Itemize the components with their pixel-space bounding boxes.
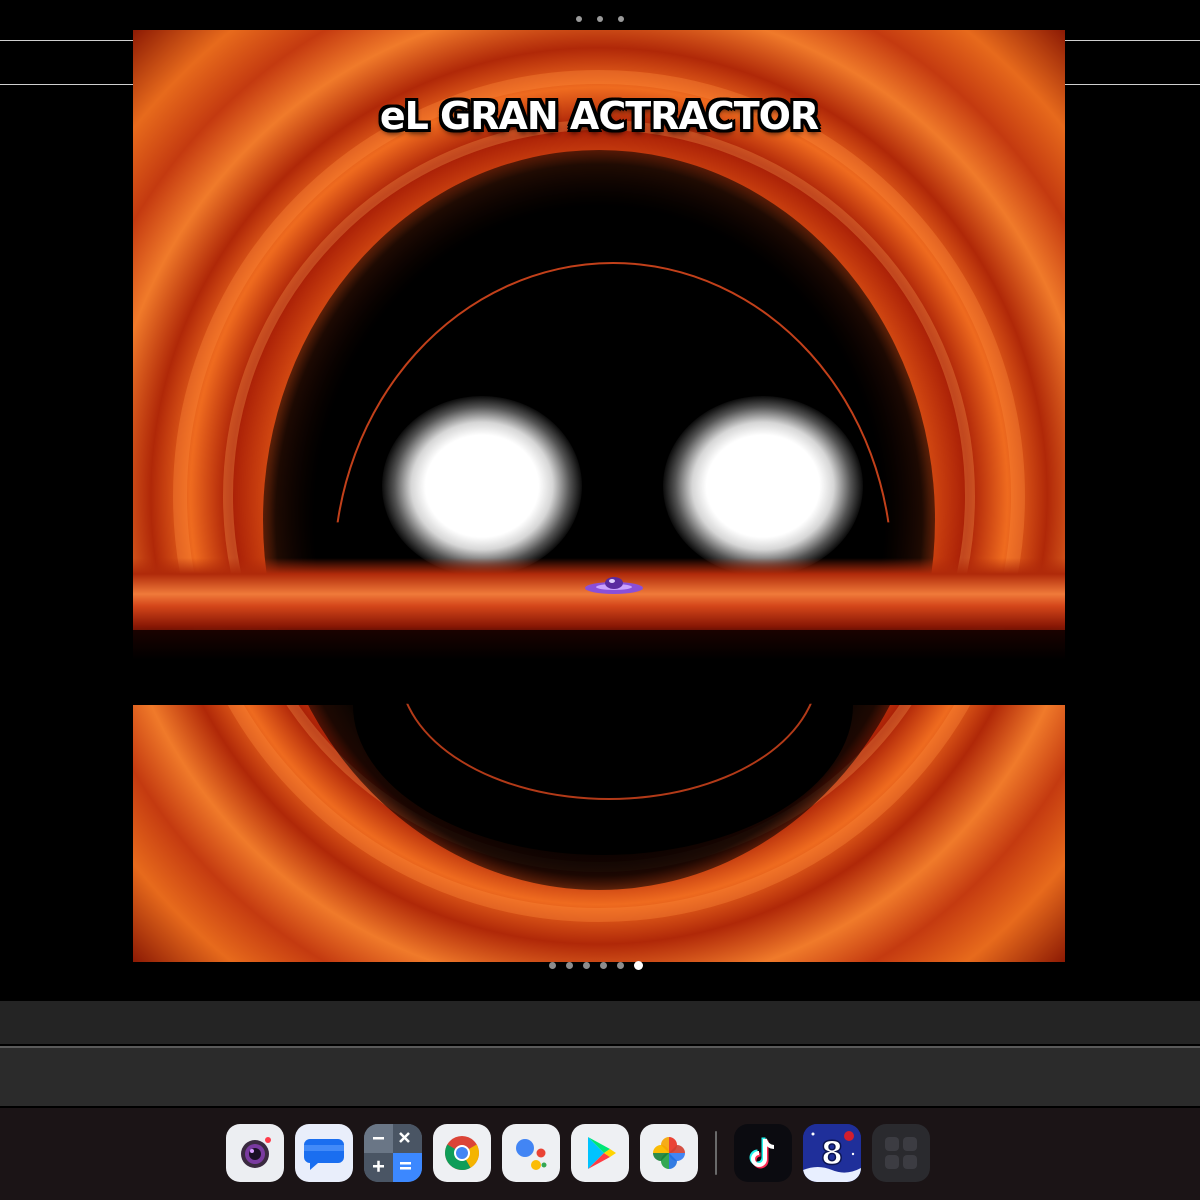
accretion-band [133,558,1065,638]
dock-divider [715,1131,717,1175]
right-eye [663,396,863,576]
action-bar [0,1048,1200,1106]
play-store-app-icon[interactable] [571,1124,629,1182]
page-dot[interactable] [617,961,624,969]
media-image[interactable]: eL GRAN ACTRACTOR [133,30,1065,962]
page-dot[interactable] [583,961,590,969]
tiktok-app-icon[interactable] [734,1124,792,1182]
game-app-icon[interactable]: 8 [803,1124,861,1182]
window-handle[interactable] [576,12,624,26]
info-bar [0,1001,1200,1044]
ufo-icon [585,577,643,594]
camera-app-icon[interactable] [226,1124,284,1182]
handle-dot-icon [597,16,603,22]
page-indicator [549,959,643,971]
calculator-app-icon[interactable] [364,1124,422,1182]
handle-dot-icon [618,16,624,22]
left-eye [382,396,582,576]
screen: eL GRAN ACTRACTOR 8 [0,0,1200,1200]
page-dot-active[interactable] [634,960,643,970]
messages-app-icon[interactable] [295,1124,353,1182]
page-dot[interactable] [549,961,556,969]
taskbar: 8 [0,1108,1200,1200]
chrome-app-icon[interactable] [433,1124,491,1182]
page-dot[interactable] [566,961,573,969]
app-dock: 8 [226,1124,930,1182]
page-dot[interactable] [600,961,607,969]
band-shadow [133,630,1065,705]
app-drawer-icon[interactable] [872,1124,930,1182]
handle-dot-icon [576,16,582,22]
media-title: eL GRAN ACTRACTOR [379,94,819,138]
photos-app-icon[interactable] [640,1124,698,1182]
google-assistant-app-icon[interactable] [502,1124,560,1182]
svg-text:8: 8 [821,1134,843,1172]
